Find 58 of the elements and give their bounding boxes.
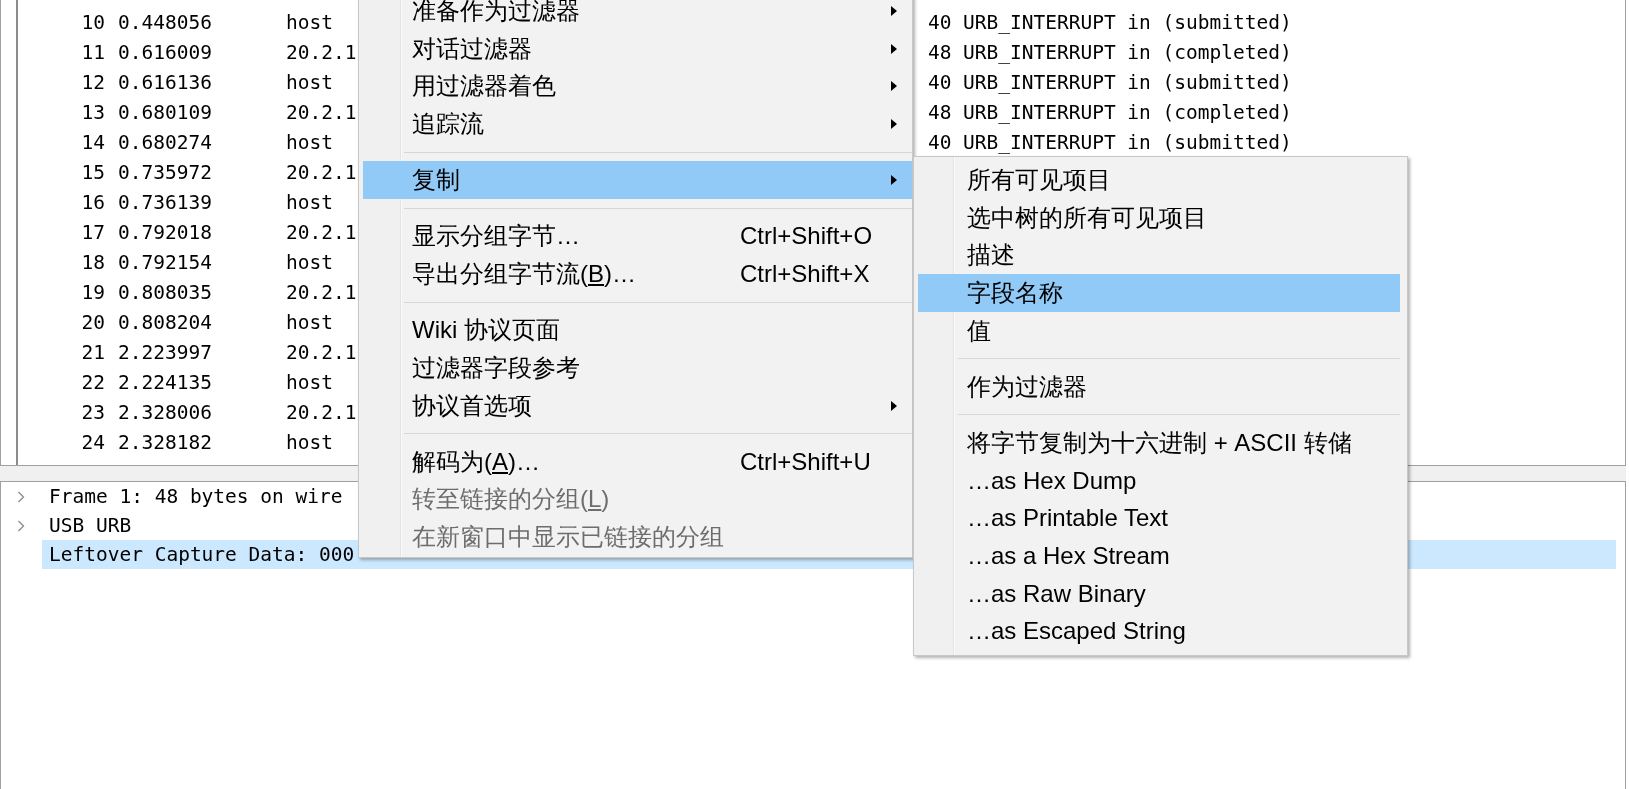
packet-time: 0.680274 xyxy=(118,133,213,153)
packet-source: host xyxy=(286,193,334,213)
packet-length: 40 xyxy=(928,13,953,33)
packet-info: URB_INTERRUPT in (completed) xyxy=(963,103,1292,123)
packet-time: 0.680109 xyxy=(118,103,213,123)
packet-number: 17 xyxy=(80,223,105,243)
shortcut-label: Ctrl+Shift+U xyxy=(740,447,872,476)
packet-info: URB_INTERRUPT in (completed) xyxy=(963,43,1292,63)
packet-time: 0.808204 xyxy=(118,313,213,333)
packet-info: URB_INTERRUPT in (submitted) xyxy=(963,73,1292,93)
packet-source: host xyxy=(286,133,334,153)
packet-source: 20.2.1 xyxy=(286,343,357,363)
packet-number: 12 xyxy=(80,73,105,93)
packet-length: 48 xyxy=(928,103,953,123)
packet-time: 2.223997 xyxy=(118,343,213,363)
packet-number: 18 xyxy=(80,253,105,273)
packet-source: 20.2.1 xyxy=(286,283,357,303)
packet-source: 20.2.1 xyxy=(286,223,357,243)
packet-time: 2.328006 xyxy=(118,403,213,423)
packet-number: 11 xyxy=(80,43,105,63)
packet-time: 0.792154 xyxy=(118,253,213,273)
packet-number: 23 xyxy=(80,403,105,423)
packet-time: 0.448056 xyxy=(118,13,213,33)
packet-time: 0.808035 xyxy=(118,283,213,303)
packet-number: 10 xyxy=(80,13,105,33)
packet-length: 40 xyxy=(928,133,953,153)
packet-number: 15 xyxy=(80,163,105,183)
shortcut-label: Ctrl+Shift+O xyxy=(740,222,874,251)
packet-length: 48 xyxy=(928,43,953,63)
packet-number: 21 xyxy=(80,343,105,363)
packet-time: 0.792018 xyxy=(118,223,213,243)
packet-time: 0.616009 xyxy=(118,43,213,63)
packet-number: 19 xyxy=(80,283,105,303)
packet-number: 22 xyxy=(80,373,105,393)
packet-time: 0.616136 xyxy=(118,73,213,93)
packet-source: 20.2.1 xyxy=(286,403,357,423)
packet-number: 20 xyxy=(80,313,105,333)
packet-source: host xyxy=(286,73,334,93)
packet-number: 24 xyxy=(80,433,105,453)
packet-info: URB_INTERRUPT in (submitted) xyxy=(963,133,1292,153)
packet-number: 13 xyxy=(80,103,105,123)
packet-source: host xyxy=(286,253,334,273)
packet-number: 16 xyxy=(80,193,105,213)
packet-time: 2.224135 xyxy=(118,373,213,393)
packet-source: host xyxy=(286,313,334,333)
packet-source: 20.2.1 xyxy=(286,103,357,123)
packet-source: host xyxy=(286,13,334,33)
packet-length: 40 xyxy=(928,73,953,93)
packet-number: 14 xyxy=(80,133,105,153)
packet-time: 2.328182 xyxy=(118,433,213,453)
packet-info: URB_INTERRUPT in (submitted) xyxy=(963,13,1292,33)
packet-source: 20.2.1 xyxy=(286,163,357,183)
packet-source: 20.2.1 xyxy=(286,43,357,63)
packet-source: host xyxy=(286,373,334,393)
shortcut-label: Ctrl+Shift+X xyxy=(740,259,871,288)
packet-source: host xyxy=(286,433,334,453)
packet-time: 0.735972 xyxy=(118,163,213,183)
packet-time: 0.736139 xyxy=(118,193,213,213)
